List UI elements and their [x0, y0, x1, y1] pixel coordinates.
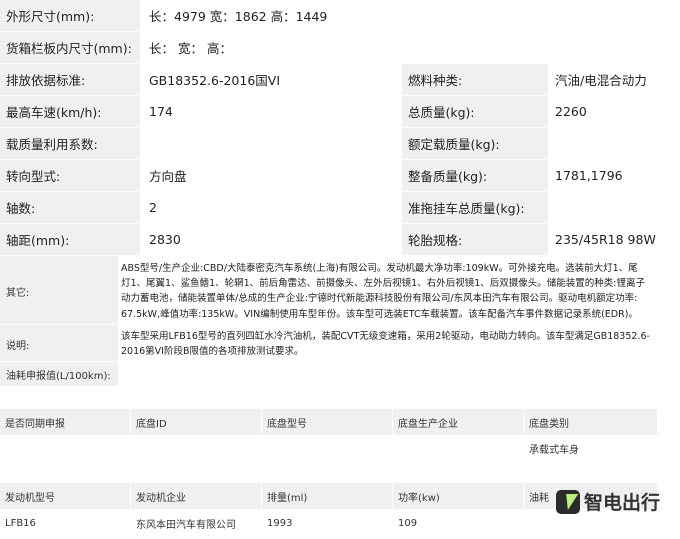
- engine-cell: 1993: [262, 510, 392, 536]
- engine-header: 发动机企业: [131, 483, 261, 509]
- other-line: 67.5kW,峰值功率:135kW。VIN编制使用车型年份。该车型可选装ETC车…: [121, 308, 638, 320]
- chassis-cell: 承载式车身: [524, 436, 657, 461]
- chassis-header: 是否同期申报: [0, 409, 130, 435]
- note-label: 说明:: [6, 341, 30, 352]
- engine-header: 发动机型号: [0, 483, 130, 509]
- spec-label: 总质量(kg):: [402, 96, 548, 127]
- fuel-value: [119, 362, 657, 386]
- chassis-header: 底盘类别: [524, 409, 657, 435]
- engine-header: 排量(ml): [262, 483, 392, 509]
- spec-value: 174: [141, 96, 401, 127]
- spec-value: 2260: [549, 96, 657, 127]
- note-line: 2016第VI阶段B限值的各项排放测试要求。: [121, 346, 304, 357]
- spec-value: 方向盘: [141, 160, 401, 191]
- other-text: ABS型号/生产企业:CBD/大陆泰密克汽车系统(上海)有限公司。发动机最大净功…: [119, 256, 657, 324]
- lightning-logo-icon: [555, 489, 580, 514]
- other-label: 其它:: [6, 288, 30, 299]
- engine-cell: 109: [393, 510, 523, 536]
- spec-label: 轴数:: [0, 192, 140, 223]
- other-line: 灯1、尾翼1、鲨鱼鳍1、轮辋1、前后角雷达、前摄像头、左外后视镜1、右外后视镜1…: [121, 278, 645, 290]
- engine-cell: LFB16: [0, 510, 130, 536]
- spec-label: 额定载质量(kg):: [402, 128, 548, 159]
- spec-label: 准拖挂车总质量(kg):: [402, 192, 548, 223]
- other-line: ABS型号/生产企业:CBD/大陆泰密克汽车系统(上海)有限公司。发动机最大净功…: [121, 263, 638, 274]
- dimensions-value: 长：4979 宽：1862 高：1449: [141, 0, 657, 31]
- spec-label: 转向型式:: [0, 160, 140, 191]
- chassis-header: 底盘型号: [262, 409, 392, 435]
- spec-value: 汽油/电混合动力: [549, 64, 657, 95]
- spec-value: GB18352.6-2016国VI: [141, 64, 401, 95]
- spec-label: 最高车速(km/h):: [0, 96, 140, 127]
- spec-label: 轴距(mm):: [0, 224, 140, 255]
- note-text: 该车型采用LFB16型号的直列四缸水冷汽油机，装配CVT无级变速箱，采用2轮驱动…: [119, 325, 657, 361]
- chassis-cell: [131, 436, 261, 461]
- dimensions-label: 外形尺寸(mm):: [0, 0, 140, 31]
- spec-label: 燃料种类:: [402, 64, 548, 95]
- engine-header: 功率(kw): [393, 483, 523, 509]
- spec-value: [549, 192, 657, 223]
- note-line: 该车型采用LFB16型号的直列四缸水冷汽油机，装配CVT无级变速箱，采用2轮驱动…: [121, 331, 650, 342]
- cargo-value: 长： 宽： 高：: [141, 32, 657, 63]
- cargo-label: 货箱栏板内尺寸(mm):: [0, 32, 140, 63]
- chassis-cell: [262, 436, 392, 461]
- chassis-header: 底盘ID: [131, 409, 261, 435]
- spec-value: 235/45R18 98W: [549, 224, 657, 255]
- spec-value: 2: [141, 192, 401, 223]
- watermark: 智电出行: [555, 488, 660, 515]
- spec-value: [549, 128, 657, 159]
- spec-value: 2830: [141, 224, 401, 255]
- chassis-cell: [393, 436, 523, 461]
- other-line: 动力蓄电池，储能装置单体/总成的生产企业:宁德时代新能源科技股份有限公司/东风本…: [121, 293, 638, 305]
- spec-label: 整备质量(kg):: [402, 160, 548, 191]
- chassis-header: 底盘生产企业: [393, 409, 523, 435]
- spec-label: 载质量利用系数:: [0, 128, 140, 159]
- spec-value: 1781,1796: [549, 160, 657, 191]
- fuel-label: 油耗申报值(L/100km):: [0, 362, 118, 386]
- spec-value: [141, 128, 401, 159]
- chassis-cell: [0, 436, 130, 461]
- spec-label: 排放依据标准:: [0, 64, 140, 95]
- watermark-text: 智电出行: [583, 492, 660, 514]
- spec-label: 轮胎规格:: [402, 224, 548, 255]
- engine-cell: 东风本田汽车有限公司: [131, 510, 261, 536]
